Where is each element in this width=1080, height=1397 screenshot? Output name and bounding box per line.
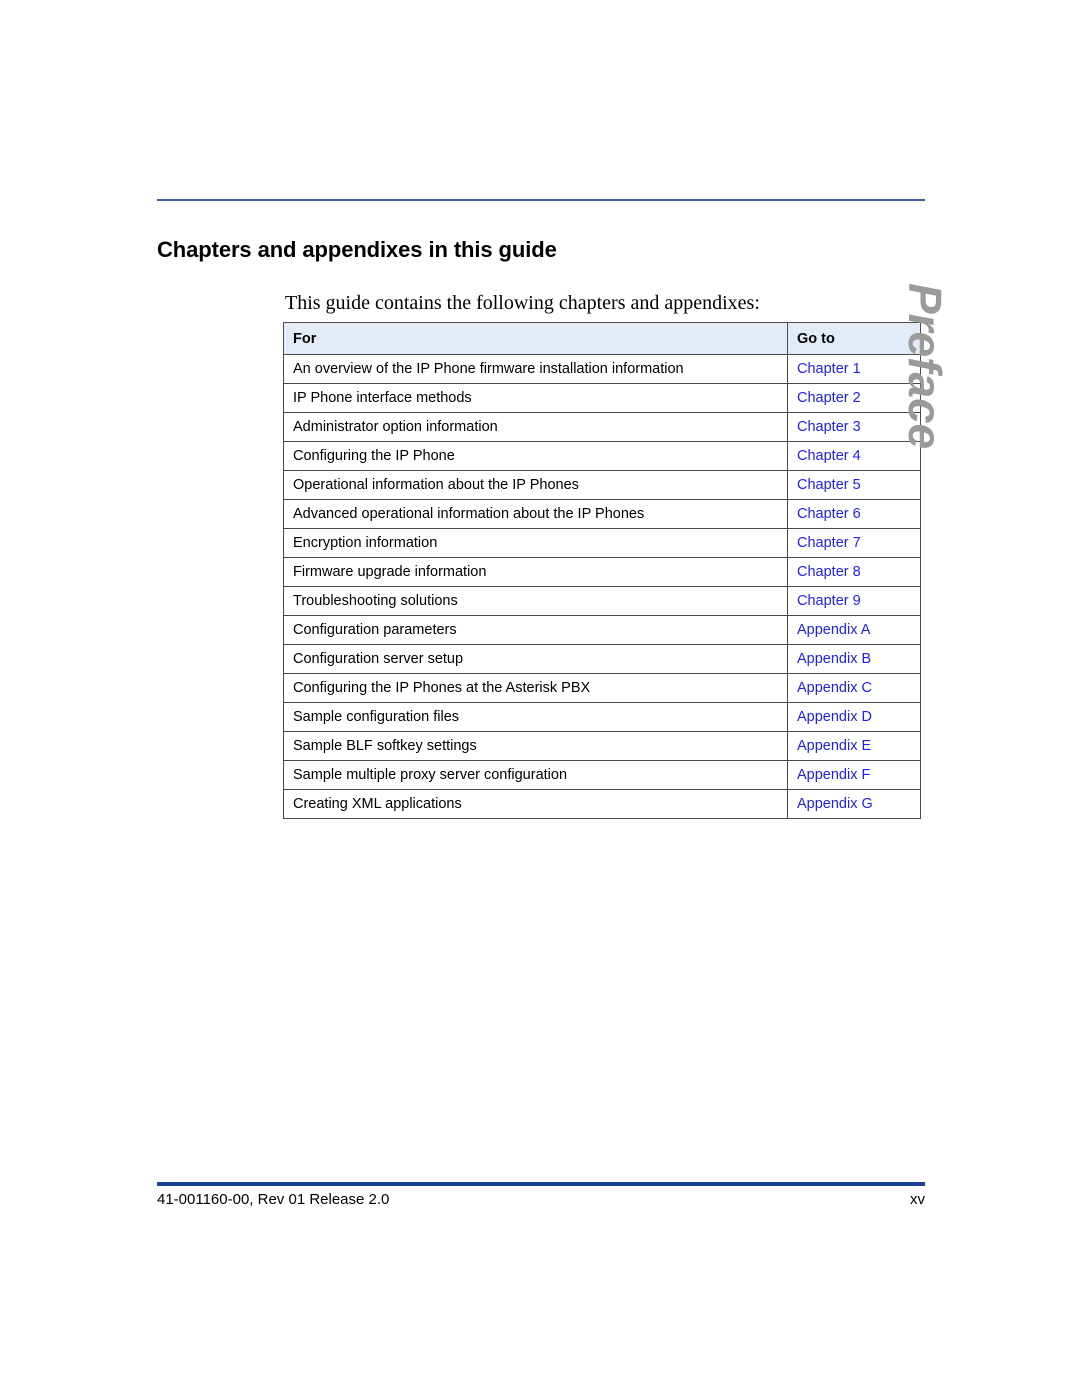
footer-rule [157, 1182, 925, 1186]
cell-for: Sample BLF softkey settings [283, 731, 788, 761]
table-row: Configuring the IP Phone Chapter 4 [283, 441, 921, 471]
table-body: An overview of the IP Phone firmware ins… [283, 354, 921, 819]
column-header-for: For [283, 322, 788, 355]
cell-for: Encryption information [283, 528, 788, 558]
table-row: Sample configuration files Appendix D [283, 702, 921, 732]
table-row: Troubleshooting solutions Chapter 9 [283, 586, 921, 616]
table-row: Encryption information Chapter 7 [283, 528, 921, 558]
cell-for: Configuring the IP Phone [283, 441, 788, 471]
cell-goto[interactable]: Appendix G [787, 789, 921, 819]
cell-for: An overview of the IP Phone firmware ins… [283, 354, 788, 384]
cell-for: Operational information about the IP Pho… [283, 470, 788, 500]
table-row: An overview of the IP Phone firmware ins… [283, 354, 921, 384]
for-description: Administrator option information [293, 419, 498, 435]
cell-goto[interactable]: Chapter 8 [787, 557, 921, 587]
cell-for: Configuration parameters [283, 615, 788, 645]
cell-for: Firmware upgrade information [283, 557, 788, 587]
cell-for: Sample configuration files [283, 702, 788, 732]
cell-goto[interactable]: Appendix B [787, 644, 921, 674]
table-row: IP Phone interface methods Chapter 2 [283, 383, 921, 413]
goto-link[interactable]: Chapter 7 [797, 535, 861, 551]
for-description: Operational information about the IP Pho… [293, 477, 579, 493]
footer-page-number: xv [910, 1191, 925, 1208]
table-row: Administrator option information Chapter … [283, 412, 921, 442]
for-description: Sample multiple proxy server configurati… [293, 767, 568, 783]
footer-document-id: 41-001160-00, Rev 01 Release 2.0 [157, 1191, 390, 1208]
goto-link[interactable]: Appendix E [797, 738, 871, 754]
cell-goto[interactable]: Appendix A [787, 615, 921, 645]
table-row: Sample BLF softkey settings Appendix E [283, 731, 921, 761]
goto-link[interactable]: Appendix D [797, 709, 872, 725]
goto-link[interactable]: Appendix G [797, 796, 873, 812]
table-row: Firmware upgrade information Chapter 8 [283, 557, 921, 587]
table-row: Operational information about the IP Pho… [283, 470, 921, 500]
goto-link[interactable]: Chapter 6 [797, 506, 861, 522]
for-description: Configuring the IP Phones at the Asteris… [293, 680, 591, 696]
for-description: IP Phone interface methods [293, 390, 472, 406]
cell-goto[interactable]: Chapter 7 [787, 528, 921, 558]
cell-goto[interactable]: Appendix F [787, 760, 921, 790]
for-description: Configuration server setup [293, 651, 464, 667]
cell-goto[interactable]: Chapter 6 [787, 499, 921, 529]
cell-for: Creating XML applications [283, 789, 788, 819]
page-title: Chapters and appendixes in this guide [157, 236, 557, 262]
preface-tab-label: Preface [899, 283, 951, 450]
cell-goto[interactable]: Appendix D [787, 702, 921, 732]
table-row: Configuration parameters Appendix A [283, 615, 921, 645]
for-description: Sample configuration files [293, 709, 460, 725]
for-description: Firmware upgrade information [293, 564, 487, 580]
goto-link[interactable]: Appendix F [797, 767, 870, 783]
table-row: Advanced operational information about t… [283, 499, 921, 529]
for-description: Advanced operational information about t… [293, 506, 645, 522]
chapters-table: For Go to An overview of the IP Phone fi… [283, 322, 921, 819]
goto-link[interactable]: Chapter 8 [797, 564, 861, 580]
goto-link[interactable]: Chapter 5 [797, 477, 861, 493]
cell-for: IP Phone interface methods [283, 383, 788, 413]
intro-paragraph: This guide contains the following chapte… [285, 292, 760, 314]
goto-link[interactable]: Appendix B [797, 651, 871, 667]
for-description: Creating XML applications [293, 796, 462, 812]
goto-link[interactable]: Appendix A [797, 622, 870, 638]
goto-link[interactable]: Chapter 3 [797, 419, 861, 435]
cell-for: Advanced operational information about t… [283, 499, 788, 529]
for-description: Troubleshooting solutions [293, 593, 458, 609]
for-description: Configuration parameters [293, 622, 457, 638]
cell-goto[interactable]: Chapter 9 [787, 586, 921, 616]
cell-goto[interactable]: Appendix C [787, 673, 921, 703]
for-description: Sample BLF softkey settings [293, 738, 477, 754]
table-row: Configuring the IP Phones at the Asteris… [283, 673, 921, 703]
goto-link[interactable]: Chapter 4 [797, 448, 861, 464]
document-page: Chapters and appendixes in this guide Th… [0, 0, 1080, 1397]
table-row: Sample multiple proxy server configurati… [283, 760, 921, 790]
table-row: Configuration server setup Appendix B [283, 644, 921, 674]
goto-link[interactable]: Chapter 9 [797, 593, 861, 609]
cell-for: Configuring the IP Phones at the Asteris… [283, 673, 788, 703]
cell-for: Administrator option information [283, 412, 788, 442]
cell-goto[interactable]: Appendix E [787, 731, 921, 761]
for-description: Configuring the IP Phone [293, 448, 455, 464]
goto-link[interactable]: Chapter 1 [797, 361, 861, 377]
for-description: An overview of the IP Phone firmware ins… [293, 361, 684, 377]
goto-link[interactable]: Appendix C [797, 680, 872, 696]
cell-goto[interactable]: Chapter 5 [787, 470, 921, 500]
table-header-row: For Go to [283, 322, 921, 355]
header-rule [157, 199, 925, 201]
goto-link[interactable]: Chapter 2 [797, 390, 861, 406]
table-row: Creating XML applications Appendix G [283, 789, 921, 819]
cell-for: Troubleshooting solutions [283, 586, 788, 616]
cell-for: Sample multiple proxy server configurati… [283, 760, 788, 790]
cell-for: Configuration server setup [283, 644, 788, 674]
for-description: Encryption information [293, 535, 438, 551]
